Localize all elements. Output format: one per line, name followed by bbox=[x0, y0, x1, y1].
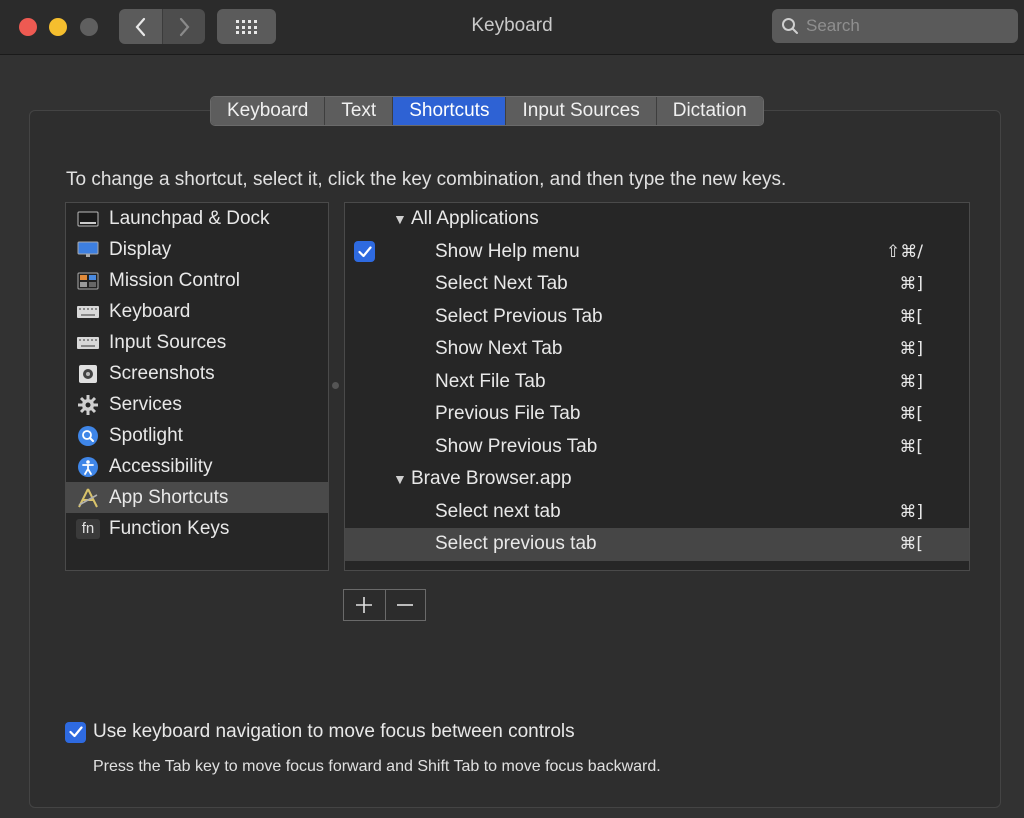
tab-dictation[interactable]: Dictation bbox=[656, 97, 763, 125]
tab-input-sources[interactable]: Input Sources bbox=[506, 97, 657, 125]
tab-text[interactable]: Text bbox=[325, 97, 394, 125]
minus-icon bbox=[397, 604, 414, 606]
shortcut-label: Show Previous Tab bbox=[435, 435, 598, 457]
display-icon bbox=[76, 240, 100, 260]
shortcut-label: Select Next Tab bbox=[435, 273, 568, 295]
category-label: Launchpad & Dock bbox=[109, 207, 270, 229]
category-label: Keyboard bbox=[109, 300, 191, 322]
accessibility-icon bbox=[76, 456, 100, 477]
add-remove-buttons bbox=[343, 589, 426, 621]
shortcuts-list: ▼ All Applications Show Help menu ⇧⌘/ Se… bbox=[344, 202, 970, 571]
search-field[interactable] bbox=[772, 9, 1018, 43]
spotlight-icon bbox=[76, 425, 100, 446]
shortcut-keys[interactable]: ⌘] bbox=[899, 274, 923, 294]
group-all-applications[interactable]: ▼ All Applications bbox=[345, 203, 969, 236]
shortcut-row[interactable]: Previous File Tab ⌘[ bbox=[345, 398, 969, 431]
search-icon bbox=[782, 18, 798, 34]
category-label: Mission Control bbox=[109, 269, 240, 291]
shortcut-keys[interactable]: ⇧⌘/ bbox=[886, 242, 923, 262]
gear-icon bbox=[76, 394, 100, 415]
shortcut-row-selected[interactable]: Select previous tab ⌘[ bbox=[345, 528, 969, 561]
shortcut-label: Select next tab bbox=[435, 500, 561, 522]
shortcut-label: Show Help menu bbox=[435, 240, 580, 262]
category-keyboard[interactable]: Keyboard bbox=[66, 296, 328, 327]
category-label: Display bbox=[109, 238, 172, 260]
category-spotlight[interactable]: Spotlight bbox=[66, 420, 328, 451]
disclosure-triangle-icon[interactable]: ▼ bbox=[393, 211, 407, 227]
category-accessibility[interactable]: Accessibility bbox=[66, 451, 328, 482]
mission-control-icon bbox=[76, 271, 100, 291]
split-view-divider[interactable] bbox=[332, 382, 339, 389]
shortcut-label: Next File Tab bbox=[435, 370, 546, 392]
shortcut-row[interactable]: Select Next Tab ⌘] bbox=[345, 268, 969, 301]
keyboard-navigation-checkbox[interactable] bbox=[65, 721, 86, 743]
category-services[interactable]: Services bbox=[66, 389, 328, 420]
screenshots-icon bbox=[76, 364, 100, 384]
disclosure-triangle-icon[interactable]: ▼ bbox=[393, 471, 407, 487]
category-function-keys[interactable]: fn Function Keys bbox=[66, 513, 328, 544]
shortcut-row[interactable]: Show Help menu ⇧⌘/ bbox=[345, 236, 969, 269]
enabled-checkbox[interactable] bbox=[354, 241, 375, 263]
checkmark-icon bbox=[357, 246, 372, 257]
shortcut-label: Previous File Tab bbox=[435, 403, 581, 425]
shortcut-row[interactable]: Show Next Tab ⌘] bbox=[345, 333, 969, 366]
add-shortcut-button[interactable] bbox=[344, 590, 385, 620]
shortcut-keys[interactable]: ⌘[ bbox=[899, 534, 923, 554]
category-app-shortcuts[interactable]: App Shortcuts bbox=[66, 482, 328, 513]
category-label: Function Keys bbox=[109, 517, 230, 539]
search-input[interactable] bbox=[806, 16, 996, 36]
category-display[interactable]: Display bbox=[66, 234, 328, 265]
shortcut-row[interactable]: Next File Tab ⌘] bbox=[345, 366, 969, 399]
shortcut-keys[interactable]: ⌘] bbox=[899, 502, 923, 522]
shortcut-label: Select Previous Tab bbox=[435, 305, 603, 327]
category-label: Accessibility bbox=[109, 455, 213, 477]
category-label: Input Sources bbox=[109, 331, 227, 353]
title-bar: Keyboard bbox=[0, 0, 1024, 55]
shortcut-label: Show Next Tab bbox=[435, 338, 563, 360]
category-launchpad-dock[interactable]: Launchpad & Dock bbox=[66, 203, 328, 234]
category-input-sources[interactable]: Input Sources bbox=[66, 327, 328, 358]
tab-shortcuts[interactable]: Shortcuts bbox=[393, 97, 507, 125]
shortcut-label: Select previous tab bbox=[435, 533, 597, 555]
keyboard-navigation-label: Use keyboard navigation to move focus be… bbox=[93, 721, 575, 742]
shortcut-row[interactable]: Select next tab ⌘] bbox=[345, 496, 969, 529]
shortcut-keys[interactable]: ⌘[ bbox=[899, 437, 923, 457]
category-label: Screenshots bbox=[109, 362, 215, 384]
shortcut-row[interactable]: Show Previous Tab ⌘[ bbox=[345, 431, 969, 464]
fn-icon: fn bbox=[76, 518, 100, 539]
category-label: Spotlight bbox=[109, 424, 183, 446]
category-list: Launchpad & Dock Display Mission Control… bbox=[65, 202, 329, 571]
input-sources-icon bbox=[76, 333, 100, 353]
category-mission-control[interactable]: Mission Control bbox=[66, 265, 328, 296]
keyboard-navigation-option[interactable]: Use keyboard navigation to move focus be… bbox=[65, 721, 575, 743]
shortcut-keys[interactable]: ⌘] bbox=[899, 339, 923, 359]
launchpad-icon bbox=[76, 209, 100, 229]
shortcut-keys[interactable]: ⌘[ bbox=[899, 307, 923, 327]
instructions-text: To change a shortcut, select it, click t… bbox=[66, 169, 787, 190]
keyboard-icon bbox=[76, 302, 100, 322]
tab-keyboard[interactable]: Keyboard bbox=[211, 97, 326, 125]
shortcut-keys[interactable]: ⌘] bbox=[899, 372, 923, 392]
tab-bar: Keyboard Text Shortcuts Input Sources Di… bbox=[210, 96, 764, 126]
category-label: Services bbox=[109, 393, 182, 415]
category-label: App Shortcuts bbox=[109, 486, 229, 508]
keyboard-navigation-hint: Press the Tab key to move focus forward … bbox=[93, 758, 661, 775]
plus-icon bbox=[356, 597, 373, 613]
shortcut-keys[interactable]: ⌘[ bbox=[899, 404, 923, 424]
group-brave-browser[interactable]: ▼ Brave Browser.app bbox=[345, 463, 969, 496]
group-label: All Applications bbox=[411, 208, 539, 230]
category-screenshots[interactable]: Screenshots bbox=[66, 358, 328, 389]
shortcut-row[interactable]: Select Previous Tab ⌘[ bbox=[345, 301, 969, 334]
remove-shortcut-button[interactable] bbox=[384, 590, 425, 620]
checkmark-icon bbox=[68, 726, 83, 738]
app-shortcuts-icon bbox=[76, 488, 100, 508]
group-label: Brave Browser.app bbox=[411, 468, 572, 490]
